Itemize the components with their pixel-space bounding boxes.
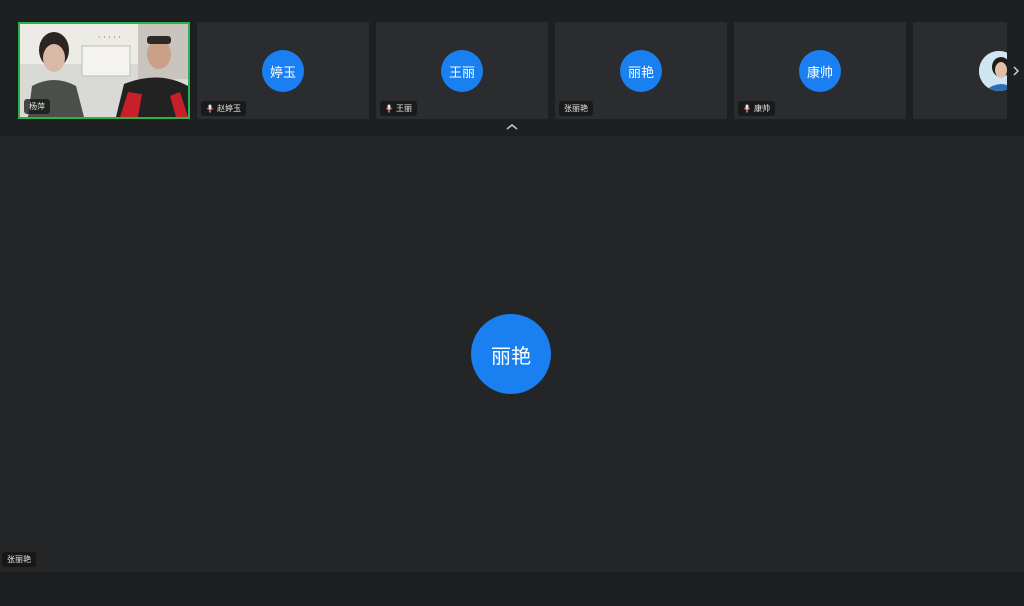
speaker-avatar[interactable]: 丽艳 xyxy=(471,314,551,394)
participant-tile[interactable]: 丽艳 张丽艳 xyxy=(555,22,727,119)
participant-avatar: 王丽 xyxy=(441,50,483,92)
participant-name: 康帅 xyxy=(754,104,770,113)
collapse-strip-button[interactable] xyxy=(503,121,521,133)
bottom-toolbar xyxy=(0,572,1024,606)
participant-name-tag: 王丽 xyxy=(380,101,417,116)
chevron-right-icon xyxy=(1013,66,1020,76)
participant-tile-partial[interactable] xyxy=(913,22,1007,119)
participant-name-tag: 赵婷玉 xyxy=(201,101,246,116)
speaker-name: 张丽艳 xyxy=(7,555,31,564)
svg-text:· · · · ·: · · · · · xyxy=(98,33,121,42)
chevron-up-icon xyxy=(506,124,518,130)
participant-name: 王丽 xyxy=(396,104,412,113)
participant-tile[interactable]: 康帅 康帅 xyxy=(734,22,906,119)
participant-photo-avatar xyxy=(979,51,1007,91)
participant-name-tag: 张丽艳 xyxy=(559,101,593,116)
mic-icon xyxy=(206,104,214,113)
speaker-name-tag: 张丽艳 xyxy=(2,552,36,567)
participant-tile-video[interactable]: · · · · · 杨萍 xyxy=(18,22,190,119)
participant-avatar: 丽艳 xyxy=(620,50,662,92)
participant-strip: · · · · · 杨萍 婷玉 赵婷玉 王丽 王丽 丽艳 张丽艳 康帅 康帅 xyxy=(0,0,1024,136)
participant-name: 张丽艳 xyxy=(564,104,588,113)
mic-icon xyxy=(385,104,393,113)
participant-avatar: 婷玉 xyxy=(262,50,304,92)
mic-icon xyxy=(743,104,751,113)
next-page-button[interactable] xyxy=(1009,60,1023,82)
participant-tile[interactable]: 王丽 王丽 xyxy=(376,22,548,119)
participant-name: 赵婷玉 xyxy=(217,104,241,113)
participant-avatar: 康帅 xyxy=(799,50,841,92)
participant-name-tag: 杨萍 xyxy=(24,99,50,114)
participant-name-tag: 康帅 xyxy=(738,101,775,116)
participant-tile[interactable]: 婷玉 赵婷玉 xyxy=(197,22,369,119)
participant-name: 杨萍 xyxy=(29,102,45,111)
